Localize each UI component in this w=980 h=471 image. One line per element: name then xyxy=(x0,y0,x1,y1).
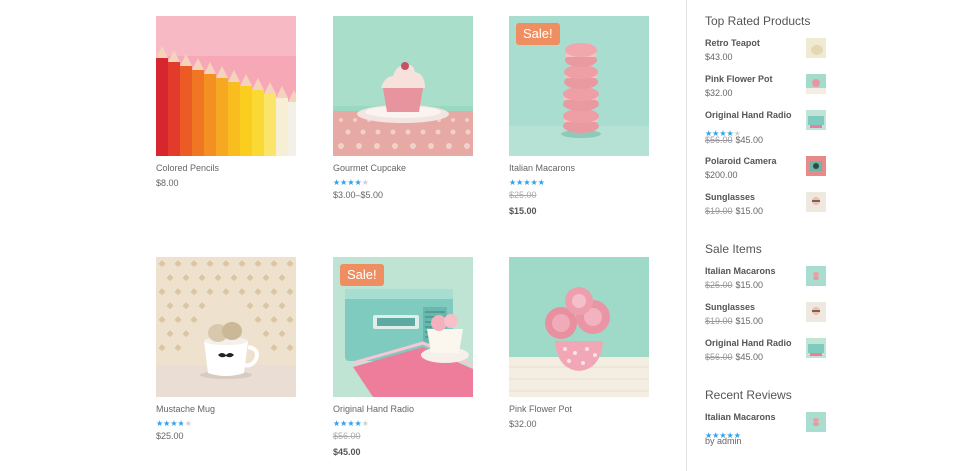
widget-title: Top Rated Products xyxy=(705,14,811,28)
widget-product-item[interactable]: Original Hand Radio ★★★★★★★★★★ $56.00$45… xyxy=(705,110,835,156)
product-sale-price: $45.00 xyxy=(333,447,361,457)
top-rated-widget: Top Rated Products Retro Teapot $43.00 P… xyxy=(705,14,835,228)
product-old-price: $56.00 xyxy=(333,431,361,441)
sunglasses-thumbnail[interactable] xyxy=(806,302,826,322)
product-old-price: $25.00 xyxy=(509,190,537,200)
sale-badge: Sale! xyxy=(340,264,384,286)
product-image[interactable]: Sale! xyxy=(333,257,473,397)
widget-product-item[interactable]: Sunglasses $19.00 $15.00 xyxy=(705,302,835,338)
product-card[interactable]: Mustache Mug ★★★★★★★★★★ $25.00 xyxy=(156,257,296,441)
product-rating: ★★★★★★★★★★ xyxy=(333,178,369,187)
review-item[interactable]: Italian Macarons ★★★★★ ★★★★★ by admin xyxy=(705,412,835,448)
product-image[interactable]: Sale! xyxy=(509,16,649,156)
product-rating: ★★★★★★★★★★ xyxy=(509,178,545,187)
sale-badge: Sale! xyxy=(516,23,560,45)
product-card[interactable]: Pink Flower Pot $32.00 xyxy=(509,257,649,429)
widget-title: Sale Items xyxy=(705,242,762,256)
product-price: $25.00 xyxy=(156,431,184,441)
widget-product-item[interactable]: Polaroid Camera $200.00 xyxy=(705,156,835,192)
sale-items-widget: Sale Items Italian Macarons $25.00 $15.00… xyxy=(705,242,835,374)
sunglasses-thumbnail[interactable] xyxy=(806,192,826,212)
product-image[interactable] xyxy=(156,257,296,397)
recent-reviews-widget: Recent Reviews Italian Macarons ★★★★★ ★★★… xyxy=(705,388,835,448)
widget-product-item[interactable]: Sunglasses $19.00 $15.00 xyxy=(705,192,835,228)
widget-product-item[interactable]: Retro Teapot $43.00 xyxy=(705,38,835,74)
flower-pot-thumbnail[interactable] xyxy=(806,74,826,94)
widget-title: Recent Reviews xyxy=(705,388,792,402)
sidebar: Top Rated Products Retro Teapot $43.00 P… xyxy=(705,14,835,462)
macarons-thumbnail[interactable] xyxy=(806,412,826,432)
product-image[interactable] xyxy=(333,16,473,156)
widget-product-item[interactable]: Italian Macarons $25.00 $15.00 xyxy=(705,266,835,302)
product-name[interactable]: Gourmet Cupcake xyxy=(333,163,473,173)
radio-thumbnail[interactable] xyxy=(806,110,826,130)
product-price: $3.00–$5.00 xyxy=(333,190,384,200)
product-price: $8.00 xyxy=(156,178,179,188)
product-name[interactable]: Mustache Mug xyxy=(156,404,296,414)
product-card[interactable]: Sale! Original Hand Radio ★★★★★★★★★★ $56… xyxy=(333,257,473,457)
macarons-thumbnail[interactable] xyxy=(806,266,826,286)
product-card[interactable]: Sale! Italian Macarons ★★★★★ ★★★★★ $25.00… xyxy=(509,16,649,216)
product-name[interactable]: Original Hand Radio xyxy=(333,404,473,414)
product-price: $32.00 xyxy=(509,419,537,429)
product-card[interactable]: Gourmet Cupcake ★★★★★★★★★★ $3.00–$5.00 xyxy=(333,16,473,200)
camera-thumbnail[interactable] xyxy=(806,156,826,176)
product-rating: ★★★★★★★★★★ xyxy=(156,419,192,428)
widget-product-item[interactable]: Pink Flower Pot $32.00 xyxy=(705,74,835,110)
product-name[interactable]: Italian Macarons xyxy=(509,163,649,173)
teapot-thumbnail[interactable] xyxy=(806,38,826,58)
product-sale-price: $15.00 xyxy=(509,206,537,216)
radio-thumbnail[interactable] xyxy=(806,338,826,358)
product-card[interactable]: Colored Pencils $8.00 xyxy=(156,16,296,188)
product-name[interactable]: Colored Pencils xyxy=(156,163,296,173)
sidebar-divider xyxy=(686,0,687,471)
product-name[interactable]: Pink Flower Pot xyxy=(509,404,649,414)
widget-product-item[interactable]: Original Hand Radio $56.00 $45.00 xyxy=(705,338,835,374)
product-rating: ★★★★★★★★★★ xyxy=(333,419,369,428)
product-image[interactable] xyxy=(509,257,649,397)
product-image[interactable] xyxy=(156,16,296,156)
